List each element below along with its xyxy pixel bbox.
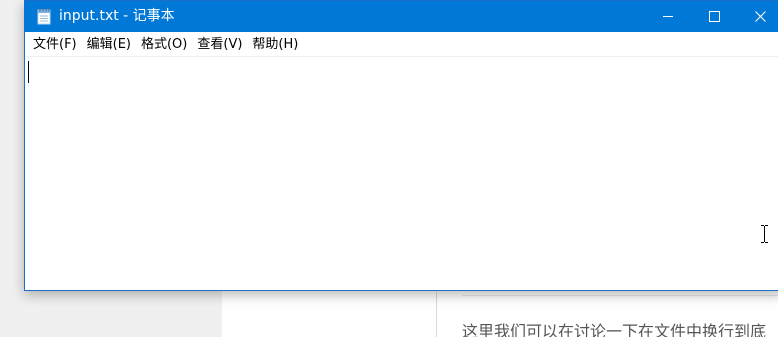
background-separator-line [462, 295, 778, 296]
menu-view[interactable]: 查看(V) [192, 33, 247, 56]
notepad-icon[interactable] [37, 8, 51, 25]
window-controls [645, 1, 778, 32]
minimize-icon [662, 16, 673, 17]
menu-edit[interactable]: 编辑(E) [82, 33, 136, 56]
close-icon [754, 11, 766, 22]
screen: 这里我们可以在讨论一下在文件中换行到底 input.txt - 记事本 文件(F… [0, 0, 778, 337]
menu-help[interactable]: 帮助(H) [247, 33, 303, 56]
window-title: input.txt - 记事本 [59, 8, 175, 24]
i-beam-cursor-icon [761, 225, 768, 243]
background-divider [436, 292, 437, 337]
menu-file[interactable]: 文件(F) [28, 33, 82, 56]
menu-format[interactable]: 格式(O) [136, 33, 192, 56]
minimize-button[interactable] [645, 1, 691, 32]
close-button[interactable] [737, 1, 778, 32]
text-caret [28, 61, 29, 83]
menu-bar: 文件(F) 编辑(E) 格式(O) 查看(V) 帮助(H) [25, 32, 778, 57]
background-article-text: 这里我们可以在讨论一下在文件中换行到底 [462, 322, 767, 337]
title-bar[interactable]: input.txt - 记事本 [25, 1, 778, 32]
notepad-window: input.txt - 记事本 文件(F) 编辑(E) 格式(O) 查看(V) … [24, 0, 778, 291]
text-editor-area[interactable] [25, 57, 778, 290]
maximize-button[interactable] [691, 1, 737, 32]
maximize-icon [708, 11, 720, 22]
